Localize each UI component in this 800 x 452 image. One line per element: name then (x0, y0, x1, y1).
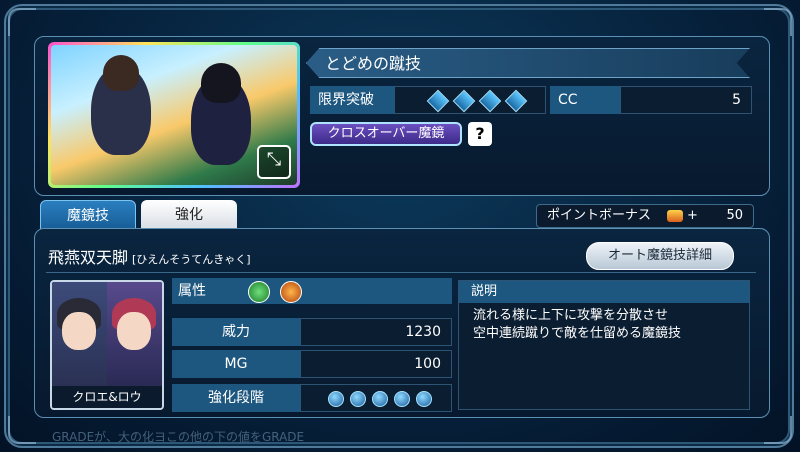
help-icon[interactable]: ? (468, 122, 492, 146)
enhance-level-label: 強化段階 (172, 384, 300, 412)
power-row: 威力 1230 (172, 318, 452, 346)
treasure-icon (667, 210, 683, 222)
description-text: 流れる様に上下に攻撃を分散させ 空中連続蹴りで敵を仕留める魔鏡技 (459, 303, 749, 347)
expand-arrows-icon[interactable]: ⤡ (257, 145, 291, 179)
enhance-gem-icon (416, 391, 432, 407)
portrait-law (107, 282, 162, 386)
portrait-face (117, 312, 151, 350)
limit-gem-icon (478, 89, 502, 113)
limit-break-row: 限界突破 (310, 86, 546, 114)
wind-element-icon (248, 281, 270, 303)
cc-value: 5 (620, 86, 752, 114)
tab-mirror-arte[interactable]: 魔鏡技 (40, 200, 136, 230)
card-illustration: ⤡ (51, 45, 297, 185)
tab-enhance[interactable]: 強化 (141, 200, 237, 230)
enhance-level-gems (300, 384, 452, 412)
character-name: クロエ&ロウ (52, 386, 162, 408)
corner-ornament (764, 8, 792, 36)
point-bonus: ポイントボーナス + 50 (536, 204, 754, 228)
mirror-arte-reading: [ひえんそうてんきゃく] (132, 253, 251, 266)
enhance-gem-icon (394, 391, 410, 407)
point-bonus-value: 50 (726, 208, 743, 223)
point-bonus-label: ポイントボーナス (547, 208, 652, 223)
crossover-mirror-button[interactable]: クロスオーバー魔鏡 (310, 122, 462, 146)
point-bonus-suffix: + (687, 208, 698, 223)
enhance-gem-icon (328, 391, 344, 407)
art-hair-right (201, 63, 241, 103)
power-label: 威力 (172, 318, 300, 346)
mg-value: 100 (300, 350, 452, 378)
attribute-label: 属性 (178, 283, 206, 299)
enhance-gem-icon (350, 391, 366, 407)
art-hair-left (103, 55, 139, 91)
portrait-chloe (52, 282, 107, 386)
description-box: 説明 流れる様に上下に攻撃を分散させ 空中連続蹴りで敵を仕留める魔鏡技 (458, 280, 750, 410)
mg-label: MG (172, 350, 300, 378)
auto-detail-button[interactable]: オート魔鏡技詳細 (586, 242, 734, 270)
corner-ornament (8, 8, 36, 36)
fire-element-icon (280, 281, 302, 303)
limit-gem-icon (426, 89, 450, 113)
enhance-gem-icon (372, 391, 388, 407)
character-card[interactable]: クロエ&ロウ (50, 280, 164, 410)
cc-row: CC 5 (550, 86, 752, 114)
limit-break-gems (394, 86, 546, 114)
limit-gem-icon (504, 89, 528, 113)
mirror-arte-name: 飛燕双天脚 (48, 248, 129, 267)
corner-ornament (764, 416, 792, 444)
mg-row: MG 100 (172, 350, 452, 378)
enhance-level-row: 強化段階 (172, 384, 452, 412)
portrait-face (62, 312, 96, 350)
mirror-arte-title: 飛燕双天脚 [ひえんそうてんきゃく] (48, 244, 251, 268)
footer-note: GRADEが、大の化ヨこの他の下の値をGRADE (52, 430, 305, 444)
attribute-row: 属性 (172, 278, 452, 304)
limit-gem-icon (452, 89, 476, 113)
cc-label: CC (550, 86, 620, 114)
skill-card-art[interactable]: ⤡ (48, 42, 300, 188)
description-line: 流れる様に上下に攻撃を分散させ (473, 308, 669, 323)
description-line: 空中連続蹴りで敵を仕留める魔鏡技 (473, 326, 682, 341)
skill-name: とどめの蹴技 (306, 48, 750, 78)
divider (46, 272, 756, 273)
corner-ornament (8, 416, 36, 444)
limit-break-label: 限界突破 (310, 86, 394, 114)
power-value: 1230 (300, 318, 452, 346)
description-label: 説明 (459, 281, 749, 303)
